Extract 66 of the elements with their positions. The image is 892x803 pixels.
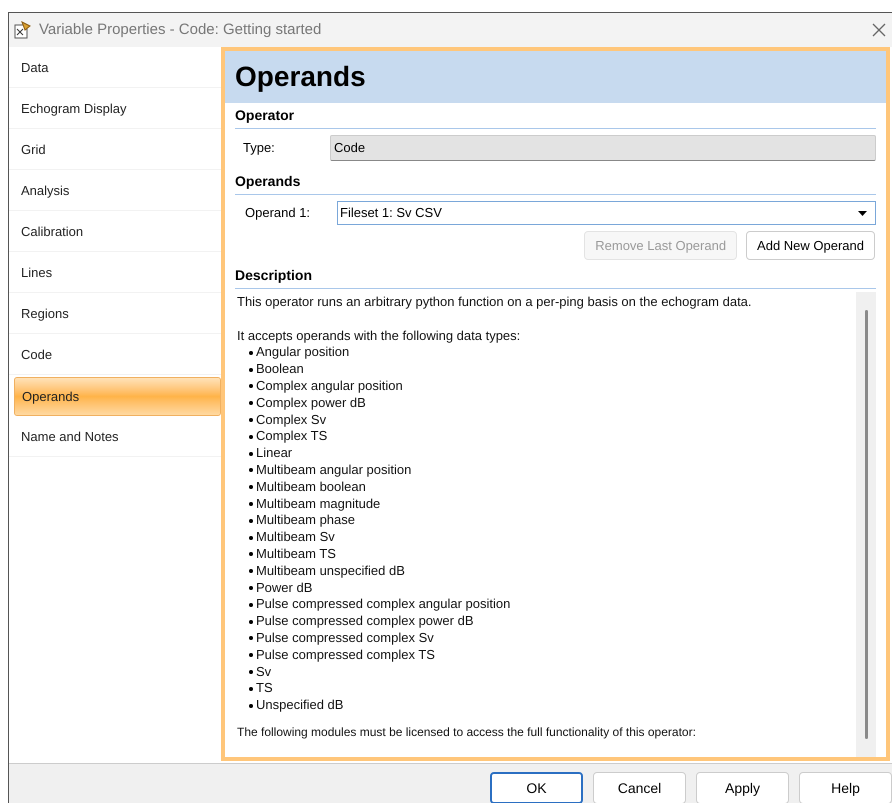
dialog-button[interactable]: Help xyxy=(799,772,892,803)
data-type-item: Multibeam boolean xyxy=(256,478,366,496)
data-type-item: Sv xyxy=(256,664,272,680)
bullet-icon xyxy=(249,620,253,624)
bullet-icon xyxy=(249,434,253,439)
operand-dropdown[interactable]: Fileset 1: Sv CSV xyxy=(337,201,876,225)
dropdown-arrow-icon xyxy=(858,210,867,216)
dialog-button[interactable]: Cancel xyxy=(593,772,686,803)
bullet-icon xyxy=(249,552,253,556)
data-type-item: Multibeam Sv xyxy=(256,529,335,546)
type-label: Type: xyxy=(243,139,276,158)
section-heading: Description xyxy=(235,265,876,289)
bullet-icon xyxy=(249,350,253,355)
bullet-icon xyxy=(249,653,253,658)
data-type-item: Multibeam angular position xyxy=(256,462,412,479)
data-type-item: Pulse compressed complex TS xyxy=(256,646,435,664)
operand-label: Operand 1: xyxy=(245,204,312,222)
bullet-icon xyxy=(249,368,253,372)
sidebar-item[interactable]: Operands xyxy=(14,377,221,416)
bullet-icon xyxy=(249,602,253,607)
data-type-item: Angular position xyxy=(256,344,350,362)
bullet-icon xyxy=(249,502,253,506)
bullet-icon xyxy=(249,401,253,406)
close-icon[interactable] xyxy=(872,23,886,37)
data-type-item: Multibeam unspecified dB xyxy=(256,562,405,580)
data-type-item: Power dB xyxy=(256,580,312,596)
page-heading: Operands xyxy=(225,51,886,103)
section-heading: Operands xyxy=(235,167,876,195)
data-type-item: Multibeam phase xyxy=(256,512,355,530)
bullet-icon xyxy=(249,670,253,674)
bullet-icon xyxy=(249,518,253,523)
data-type-item: Unspecified dB xyxy=(256,697,344,714)
bullet-icon xyxy=(249,536,253,540)
data-type-item: Pulse compressed complex Sv xyxy=(256,630,434,647)
data-type-item: Pulse compressed complex power dB xyxy=(256,613,474,630)
bullet-icon xyxy=(249,384,253,388)
description-text: The following modules must be licensed to access the full functionality of this operator: xyxy=(237,724,697,741)
dialog-button[interactable]: Apply xyxy=(696,772,789,803)
bullet-icon xyxy=(249,569,253,574)
section-heading: Operator xyxy=(235,103,876,129)
data-type-item: Multibeam TS xyxy=(256,546,336,563)
data-type-item: Boolean xyxy=(256,361,304,378)
dialog-button[interactable]: OK xyxy=(490,772,583,803)
data-type-item: Pulse compressed complex angular position xyxy=(256,596,510,614)
window-title: Variable Properties - Code: Getting started xyxy=(39,20,322,40)
description-text: It accepts operands with the following data types: xyxy=(237,328,522,344)
bullet-icon xyxy=(249,636,253,640)
operand-button[interactable]: Add New Operand xyxy=(746,231,875,260)
bullet-icon xyxy=(249,485,253,490)
data-type-item: Complex TS xyxy=(256,428,328,446)
bullet-icon xyxy=(249,686,253,691)
bullet-icon xyxy=(249,704,253,708)
type-field: Code xyxy=(330,135,876,161)
data-type-item: TS xyxy=(256,680,273,698)
bullet-icon xyxy=(249,418,253,422)
data-type-item: Complex Sv xyxy=(256,412,326,428)
bullet-icon xyxy=(249,586,253,590)
data-type-item: Complex angular position xyxy=(256,378,403,395)
data-type-item: Multibeam magnitude xyxy=(256,496,380,512)
description-text: This operator runs an arbitrary python function on a per-ping basis on the echogram data. xyxy=(237,294,753,311)
app-icon xyxy=(13,21,31,39)
bullet-icon xyxy=(249,468,253,472)
bullet-icon xyxy=(249,452,253,456)
scrollbar[interactable] xyxy=(856,292,876,757)
data-type-item: Complex power dB xyxy=(256,394,366,412)
data-type-item: Linear xyxy=(256,445,292,462)
